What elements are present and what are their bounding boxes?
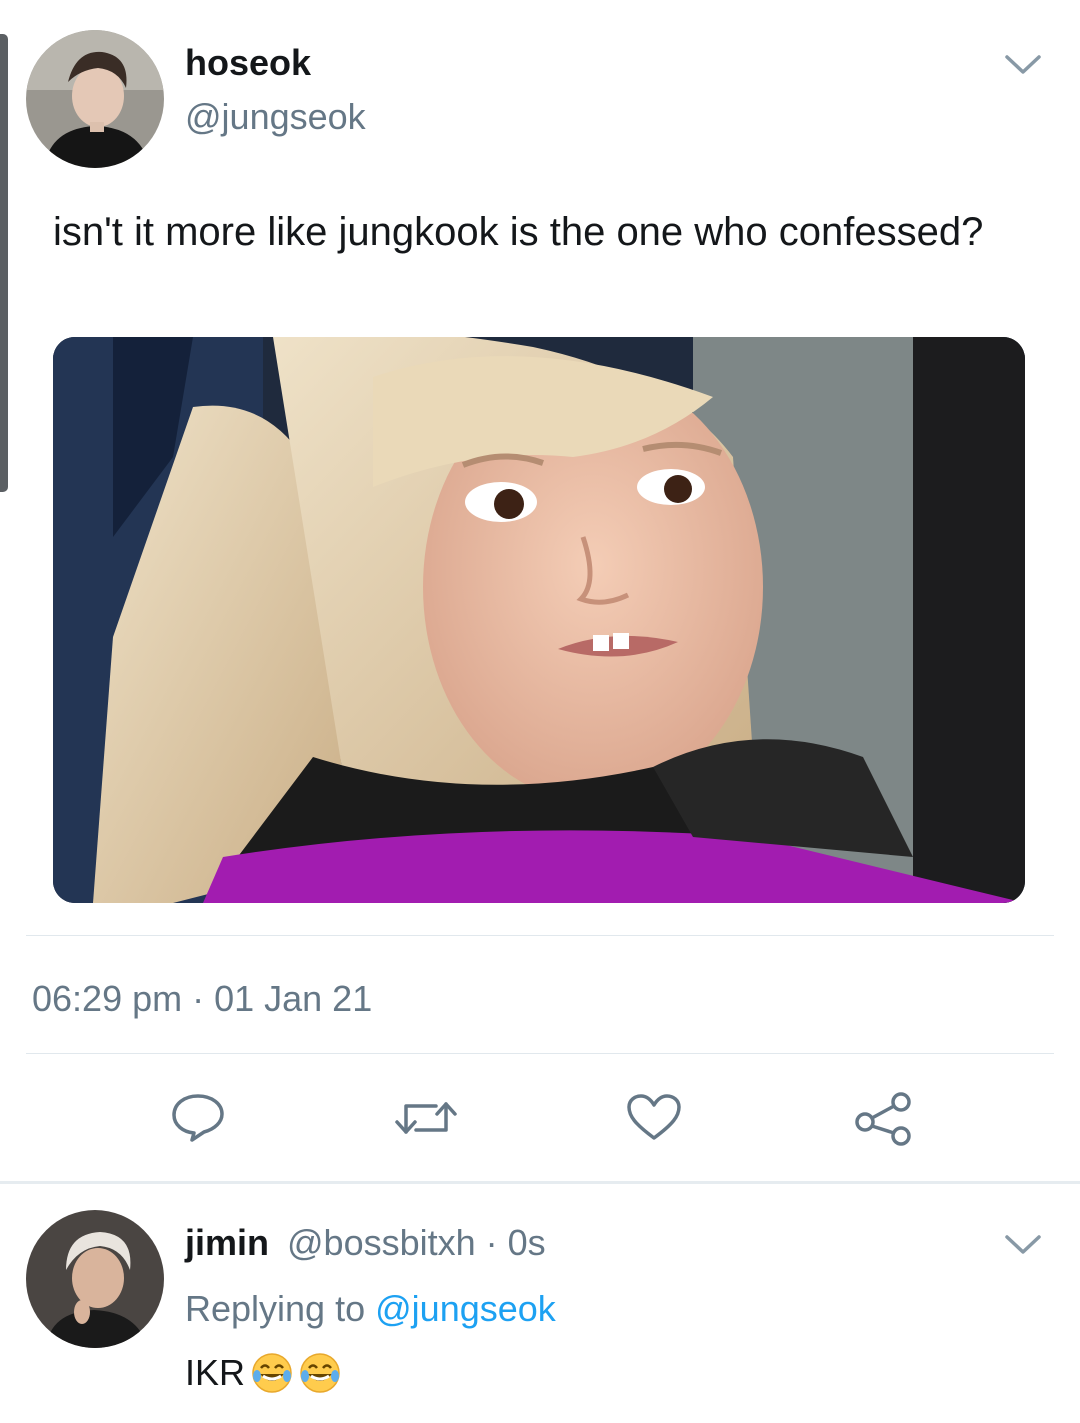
section-separator [0,1181,1080,1184]
author-name[interactable]: hoseok [185,42,311,84]
share-icon[interactable] [853,1092,913,1146]
chevron-down-icon[interactable] [1003,1232,1043,1258]
reply-icon[interactable] [170,1092,226,1144]
tears-of-joy-emoji [252,1353,292,1393]
reply-author-avatar[interactable] [26,1210,164,1348]
reply-author-name[interactable]: jimin [185,1222,269,1264]
divider [26,1053,1054,1054]
author-avatar[interactable] [26,30,164,168]
reply-text: IKR [185,1352,246,1393]
tweet-image[interactable] [53,337,1025,903]
tweet-text: isn't it more like jungkook is the one w… [53,210,984,254]
tears-of-joy-emoji [300,1353,340,1393]
divider [26,935,1054,936]
like-icon[interactable] [625,1092,683,1144]
chevron-down-icon[interactable] [1003,52,1043,78]
replying-to-line: Replying to @jungseok [185,1288,556,1330]
replying-to-mention[interactable]: @jungseok [375,1288,556,1329]
replying-to-label: Replying to [185,1288,366,1329]
reply-handle-line: @bossbitxh · 0s [287,1222,546,1264]
reply-time: · 0s [485,1222,546,1263]
retweet-icon[interactable] [392,1092,460,1144]
reply-text-line: IKR [185,1352,341,1394]
reply-author-handle[interactable]: @bossbitxh [287,1222,476,1263]
tweet-timestamp[interactable]: 06:29 pm · 01 Jan 21 [32,978,372,1020]
scrollbar[interactable] [0,34,8,492]
author-handle[interactable]: @jungseok [185,96,366,138]
